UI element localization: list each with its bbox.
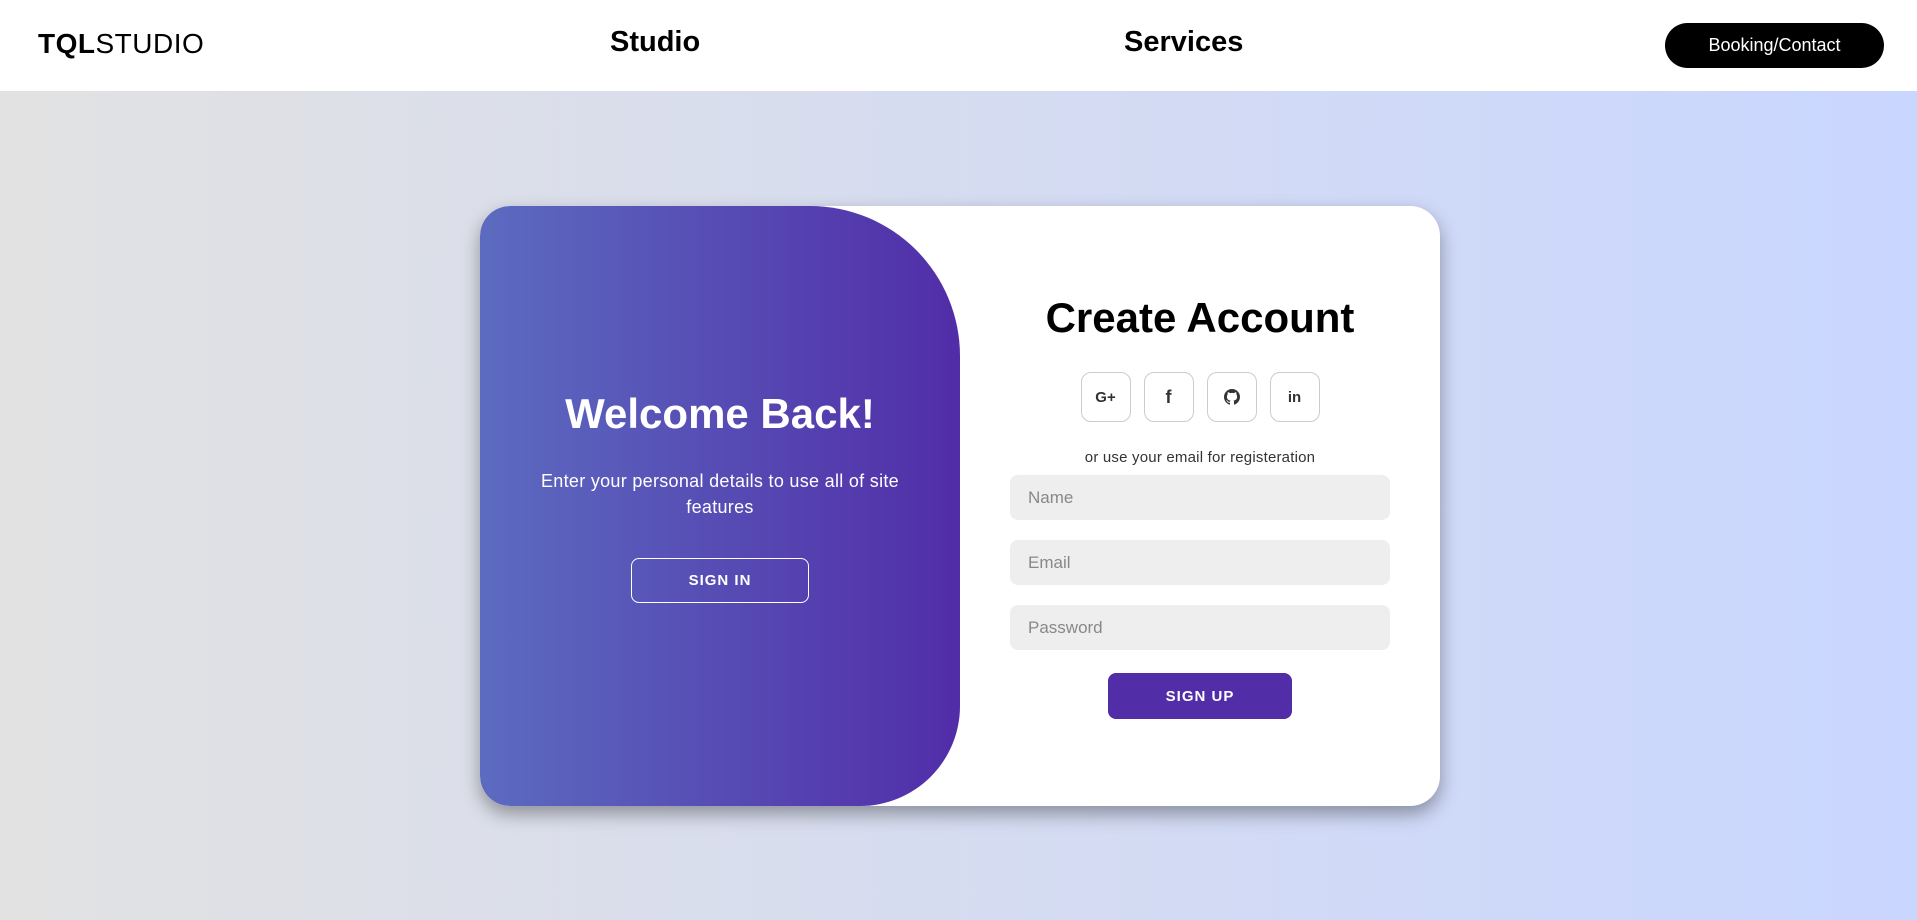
welcome-panel: Welcome Back! Enter your personal detail… — [480, 206, 960, 806]
social-login-row: G+ f in — [1080, 372, 1320, 422]
linkedin-icon[interactable]: in — [1269, 372, 1320, 422]
google-plus-glyph: G+ — [1095, 388, 1116, 406]
name-input[interactable] — [1010, 475, 1390, 520]
password-input[interactable] — [1010, 605, 1390, 650]
brand-bold: TQL — [38, 28, 96, 59]
email-input[interactable] — [1010, 540, 1390, 585]
github-glyph — [1223, 389, 1240, 405]
helper-text: or use your email for registeration — [1084, 449, 1316, 466]
linkedin-glyph: in — [1287, 388, 1302, 406]
google-plus-icon[interactable]: G+ — [1080, 372, 1131, 422]
navbar: TQLSTUDIO Studio Services Booking/Contac… — [0, 0, 1917, 91]
brand-logo[interactable]: TQLSTUDIO — [38, 28, 204, 60]
facebook-glyph: f — [1165, 386, 1172, 407]
sign-up-button[interactable]: SIGN UP — [1108, 673, 1292, 719]
welcome-text: Enter your personal details to use all o… — [541, 470, 899, 517]
welcome-title: Welcome Back! — [565, 389, 875, 437]
form-title: Create Account — [1045, 294, 1355, 341]
brand-light: STUDIO — [95, 28, 205, 59]
nav-link-studio[interactable]: Studio — [610, 26, 700, 59]
sign-in-button[interactable]: SIGN IN — [631, 557, 809, 603]
booking-contact-button[interactable]: Booking/Contact — [1665, 23, 1884, 68]
sign-up-form: Create Account G+ f in or use your email… — [960, 206, 1440, 806]
nav-link-services[interactable]: Services — [1124, 26, 1243, 59]
facebook-icon[interactable]: f — [1143, 372, 1194, 422]
auth-card: Welcome Back! Enter your personal detail… — [480, 206, 1440, 806]
github-icon[interactable] — [1206, 372, 1257, 422]
